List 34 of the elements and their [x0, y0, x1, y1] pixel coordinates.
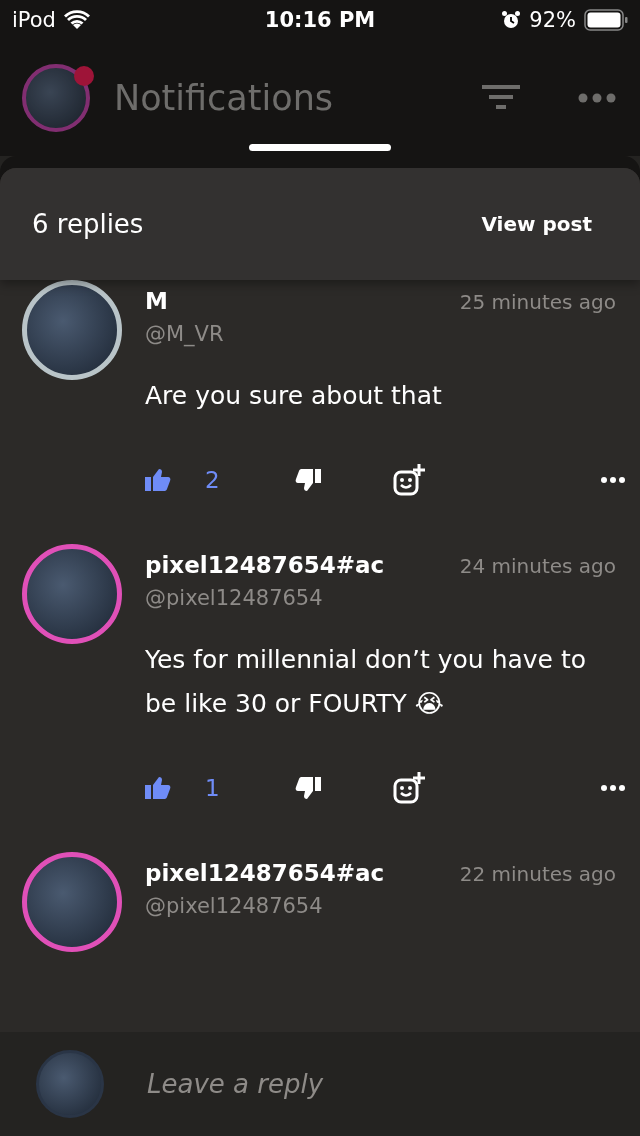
reply-count: 6 replies [32, 209, 144, 239]
add-reaction-icon[interactable] [393, 772, 425, 804]
user-name[interactable]: pixel12487654#ac [145, 860, 385, 886]
thumbs-down-icon[interactable] [295, 776, 321, 800]
add-reaction-icon[interactable] [393, 464, 425, 496]
notification-badge [74, 66, 94, 86]
thumbs-down-icon[interactable] [295, 468, 321, 492]
drag-handle[interactable] [249, 144, 391, 151]
like-count: 1 [205, 775, 221, 801]
reply-field[interactable]: Leave a reply [145, 1058, 616, 1110]
user-handle: @pixel12487654 [145, 894, 324, 918]
user-name[interactable]: pixel12487654#ac [145, 552, 385, 578]
page-title: Notifications [114, 78, 335, 118]
user-handle: @pixel12487654 [145, 586, 324, 610]
comment-time: 25 minutes ago [459, 290, 616, 314]
user-name[interactable]: M [145, 288, 168, 314]
comment-text: Yes for millennial don’t you have to be like 30 or FOURTY 😭 [145, 644, 587, 720]
alarm-icon [501, 10, 522, 30]
more-icon[interactable] [600, 476, 626, 484]
user-handle: @M_VR [145, 322, 225, 346]
comment-time: 24 minutes ago [459, 554, 616, 578]
filter-icon[interactable] [482, 85, 520, 111]
view-post-button[interactable]: View post [481, 208, 592, 240]
more-icon[interactable] [600, 784, 626, 792]
battery-percent: 92% [529, 8, 576, 32]
battery-icon [584, 9, 628, 31]
like-count: 2 [205, 467, 221, 493]
clock-time: 10:16 PM [264, 8, 376, 32]
carrier-label: iPod [12, 8, 56, 32]
comment-text: Are you sure about that [145, 380, 443, 412]
thumbs-up-icon[interactable] [145, 468, 171, 492]
thumbs-up-icon[interactable] [145, 776, 171, 800]
comment-time: 22 minutes ago [459, 862, 616, 886]
wifi-icon [63, 10, 90, 30]
